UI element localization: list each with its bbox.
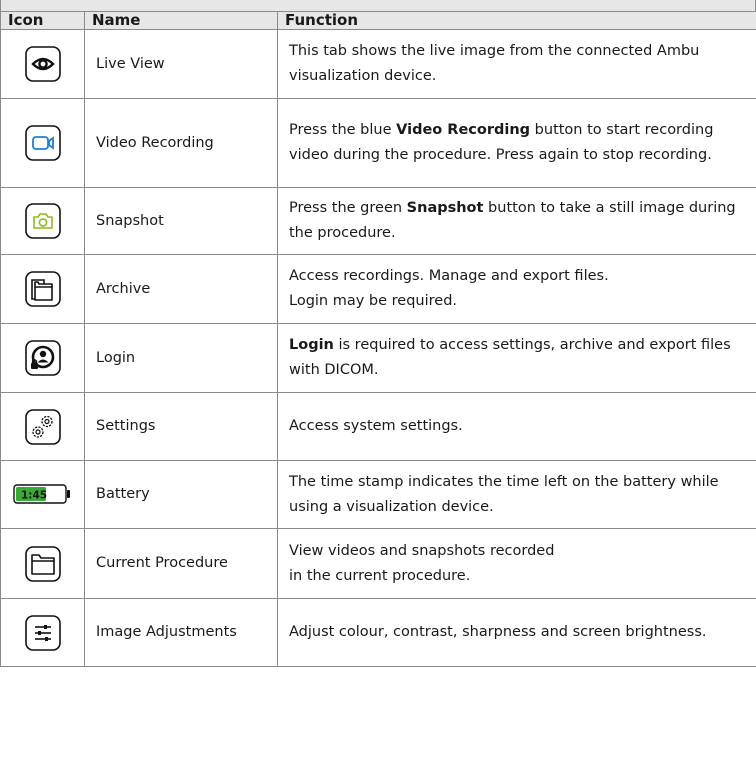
header-function: Function bbox=[277, 11, 756, 30]
folder-icon bbox=[24, 545, 61, 582]
row-name: Snapshot bbox=[84, 187, 278, 255]
row-name: Settings bbox=[84, 392, 278, 461]
archive-folders-icon bbox=[24, 271, 61, 307]
table-row: Archive Access recordings. Manage and ex… bbox=[0, 254, 756, 324]
table-row: Video Recording Press the blue Video Rec… bbox=[0, 98, 756, 188]
battery-icon: 1:45 bbox=[12, 483, 73, 505]
sliders-icon bbox=[24, 614, 61, 651]
row-name: Battery bbox=[84, 460, 278, 529]
table-row: Live View This tab shows the live image … bbox=[0, 29, 756, 99]
row-name: Login bbox=[84, 323, 278, 393]
header-icon: Icon bbox=[0, 11, 85, 30]
eye-icon bbox=[24, 46, 61, 82]
row-function: Access recordings. Manage and export fil… bbox=[277, 254, 756, 324]
row-function: View videos and snapshots recorded in the… bbox=[277, 528, 756, 599]
row-function: This tab shows the live image from the c… bbox=[277, 29, 756, 99]
table-row: Image Adjustments Adjust colour, contras… bbox=[0, 598, 756, 667]
gears-icon bbox=[24, 408, 61, 445]
table-row: Settings Access system settings. bbox=[0, 392, 756, 461]
icon-reference-table: Icon Name Function Live View This tab sh… bbox=[0, 11, 756, 667]
row-name: Live View bbox=[84, 29, 278, 99]
row-function: Press the blue Video Recording button to… bbox=[277, 98, 756, 188]
row-name: Archive bbox=[84, 254, 278, 324]
table-row: Current Procedure View videos and snapsh… bbox=[0, 528, 756, 599]
table-row: Snapshot Press the green Snapshot button… bbox=[0, 187, 756, 255]
table-header-row: Icon Name Function bbox=[0, 11, 756, 30]
row-function: Adjust colour, contrast, sharpness and s… bbox=[277, 598, 756, 667]
table-row: Login Login is required to access settin… bbox=[0, 323, 756, 393]
row-name: Image Adjustments bbox=[84, 598, 278, 667]
row-name: Current Procedure bbox=[84, 528, 278, 599]
row-function: Access system settings. bbox=[277, 392, 756, 461]
row-function: The time stamp indicates the time left o… bbox=[277, 460, 756, 529]
video-camera-icon bbox=[24, 125, 61, 161]
row-name: Video Recording bbox=[84, 98, 278, 188]
battery-time-text: 1:45 bbox=[21, 490, 47, 502]
camera-icon bbox=[24, 203, 61, 239]
row-function: Login is required to access settings, ar… bbox=[277, 323, 756, 393]
table-row: 1:45 Battery The time stamp indicates th… bbox=[0, 460, 756, 529]
header-name: Name bbox=[84, 11, 278, 30]
row-function: Press the green Snapshot button to take … bbox=[277, 187, 756, 255]
user-lock-icon bbox=[24, 340, 61, 376]
